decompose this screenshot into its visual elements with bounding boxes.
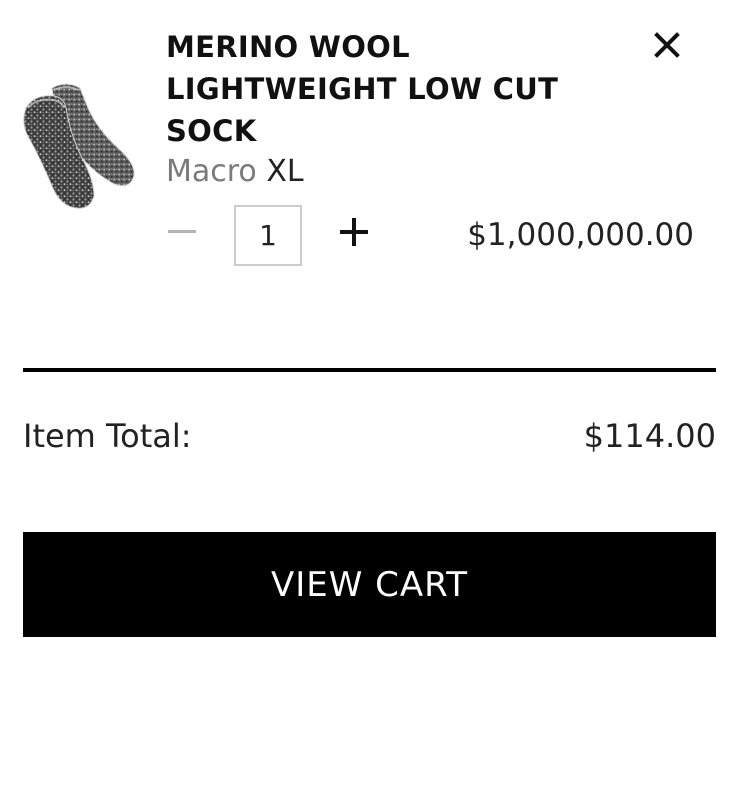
view-cart-button[interactable]: VIEW CART — [23, 532, 716, 637]
item-total-value: $114.00 — [583, 417, 716, 455]
product-size: XL — [266, 154, 304, 189]
quantity-input[interactable]: 1 — [234, 205, 302, 266]
product-image[interactable] — [18, 78, 140, 212]
decrease-quantity-button[interactable] — [162, 212, 202, 252]
product-color: Macro — [166, 154, 257, 189]
item-total-label: Item Total: — [23, 417, 192, 455]
cart-item: MERINO WOOL LIGHTWEIGHT LOW CUT SOCK Mac… — [0, 0, 739, 300]
divider — [23, 368, 716, 372]
product-title[interactable]: MERINO WOOL LIGHTWEIGHT LOW CUT SOCK — [166, 26, 606, 152]
close-icon — [654, 32, 680, 58]
remove-item-button[interactable] — [650, 28, 684, 62]
line-item-price: $1,000,000.00 — [467, 217, 694, 253]
sock-product-image — [23, 83, 135, 209]
increase-quantity-button[interactable] — [334, 212, 374, 252]
minus-icon — [168, 230, 196, 233]
plus-icon — [340, 218, 368, 246]
product-variant: Macro XL — [166, 152, 304, 192]
